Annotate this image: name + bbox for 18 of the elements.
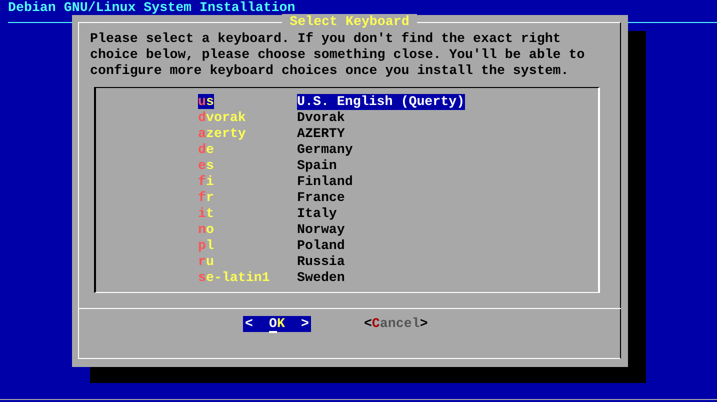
keyboard-name[interactable]: Finland [297,174,353,190]
keyboard-name[interactable]: U.S. English (Querty) [297,94,465,110]
dialog-message: Please select a keyboard. If you don't find the exact right choice below, please choose something close. You'll be able to configure more keyboard choices once you install the system. [90,31,586,79]
keyboard-name[interactable]: Sweden [297,270,345,286]
keyboard-name[interactable]: Dvorak [297,110,345,126]
keyboard-name[interactable]: Norway [297,222,345,238]
dialog-button[interactable]: <Cancel> [364,316,428,332]
keyboard-name[interactable]: Spain [297,158,337,174]
keyboard-name[interactable]: AZERTY [297,126,345,142]
dialog-title: Select Keyboard [282,14,418,30]
keyboard-name[interactable]: France [297,190,345,206]
keyboard-name[interactable]: Germany [297,142,353,158]
keymap-code[interactable]: us [198,94,214,109]
keyboard-name[interactable]: Russia [297,254,345,270]
keyboard-name[interactable]: Italy [297,206,337,222]
dialog-button[interactable]: < OK > [243,316,311,332]
keyboard-name[interactable]: Poland [297,238,345,254]
screen-title: Debian GNU/Linux System Installation [8,0,296,15]
